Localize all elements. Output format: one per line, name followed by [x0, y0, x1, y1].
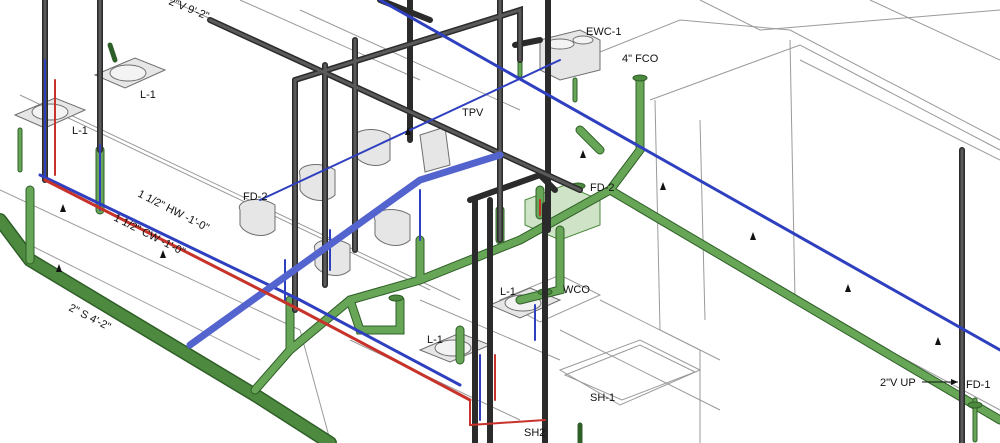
fd1-drain: [967, 401, 983, 409]
label-l1-left: L-1: [72, 125, 88, 137]
label-fd1: FD-1: [966, 379, 990, 391]
water-closet-1: [238, 199, 276, 236]
urinal-tank: [419, 126, 451, 173]
label-l1-mid: L-1: [500, 286, 516, 298]
water-closet-2: [298, 164, 336, 201]
label-fco: 4" FCO: [622, 53, 659, 65]
label-ewc1: EWC-1: [586, 26, 621, 38]
label-top-vent: 2"V 9'-2": [167, 0, 211, 23]
label-sh1: SH-1: [590, 392, 615, 404]
label-fd2-left: FD-2: [243, 191, 267, 203]
label-wco: WCO: [563, 284, 590, 296]
label-tpv: TPV: [462, 107, 484, 119]
floor-drain-left: [388, 294, 404, 302]
label-l1-top: L-1: [140, 89, 156, 101]
label-sh2: SH2: [524, 427, 545, 439]
label-l1-bottom: L-1: [427, 334, 443, 346]
label-v-up: 2"V UP: [880, 377, 916, 389]
water-closet-4: [373, 209, 411, 246]
label-fd2-right: FD-2: [590, 182, 614, 194]
fco-cleanout: [632, 74, 648, 82]
plumbing-isometric-drawing: 2"V 9'-2" EWC-1 4" FCO L-1 L-1 TPV FD-2 …: [0, 0, 1000, 443]
